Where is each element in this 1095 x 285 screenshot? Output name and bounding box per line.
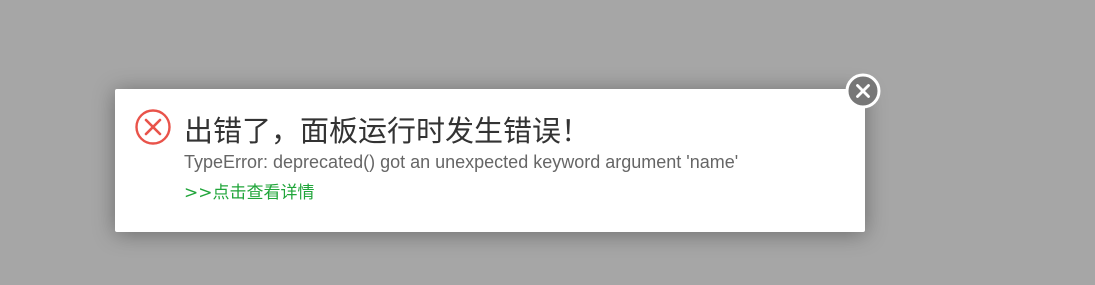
error-title: 出错了，面板运行时发生错误！ bbox=[184, 114, 591, 148]
error-message: TypeError: deprecated() got an unexpecte… bbox=[184, 152, 739, 172]
view-details-link[interactable]: >>点击查看详情 bbox=[184, 182, 315, 204]
error-circle-x-icon bbox=[135, 109, 171, 145]
close-button[interactable] bbox=[845, 73, 881, 109]
close-icon bbox=[845, 73, 881, 109]
error-dialog: 出错了，面板运行时发生错误！ TypeError: deprecated() g… bbox=[115, 89, 865, 232]
